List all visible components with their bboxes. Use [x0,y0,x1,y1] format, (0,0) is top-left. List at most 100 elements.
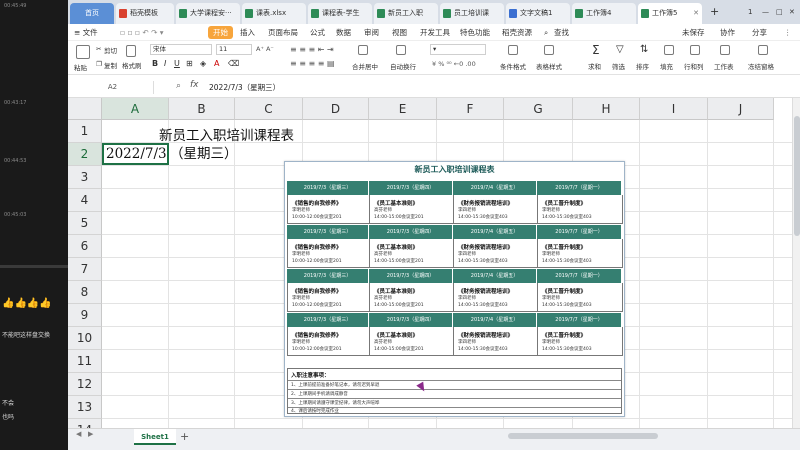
vertical-scrollbar[interactable] [792,98,800,428]
column-header-a[interactable]: A [102,98,169,120]
table-style-icon[interactable] [544,45,554,55]
tab-text-doc[interactable]: 文字文稿1 [506,3,570,24]
spreadsheet-grid[interactable]: ABCDEFGHIJ 1234567891011121314 新员工入职培训课程… [68,98,800,428]
sort-button[interactable]: 排序 [636,61,649,71]
maximize-button[interactable]: □ [776,0,783,24]
number-format-select[interactable]: ▾ [430,44,486,55]
fill-button[interactable]: 填充 [660,61,673,71]
column-header-d[interactable]: D [303,98,369,120]
column-header-b[interactable]: B [169,98,235,120]
number-format-icons[interactable]: ¥ % ⁰⁰ ←0 .00 [432,60,476,68]
tab-student-schedule[interactable]: 课程表-学生 [308,3,372,24]
paste-icon[interactable] [76,45,90,59]
align-horizontal-icons[interactable]: ≡ ≡ ≡ ≡ ▤ [290,59,335,68]
select-all-corner[interactable] [68,98,102,120]
fx-icon[interactable]: fx [190,80,199,90]
format-painter-button[interactable]: 格式刷 [122,60,142,70]
menu-formula[interactable]: 公式 [310,24,325,41]
save-status[interactable]: 未保存 [682,24,705,41]
collaborate-button[interactable]: 协作 [720,24,735,41]
align-top-icons[interactable]: ≡ ≡ ≡ ⇤ ⇥ [290,45,334,54]
font-name-select[interactable]: 宋体 [150,44,212,55]
fill-icon[interactable] [664,45,674,55]
column-header-h[interactable]: H [573,98,640,120]
tab-new-employee[interactable]: 新员工入职 [374,3,438,24]
font-grow-icon[interactable]: A⁺ A⁻ [256,45,274,53]
row-header-7[interactable]: 7 [68,258,102,281]
column-header-g[interactable]: G [504,98,573,120]
scroll-thumb[interactable] [794,116,800,236]
row-header-12[interactable]: 12 [68,373,102,396]
minimize-button[interactable]: — [762,0,769,24]
cell-a2-selected[interactable]: 2022/7/3 [102,143,169,165]
worksheet-button[interactable]: 工作表 [714,61,734,71]
freeze-panes-icon[interactable] [758,45,768,55]
menu-docer-resources[interactable]: 稻壳资源 [502,24,532,41]
copy-icon[interactable]: ❐ [96,60,102,68]
column-header-e[interactable]: E [369,98,437,120]
add-sheet-button[interactable]: + [180,429,189,445]
row-column-icon[interactable] [690,45,700,55]
cell-a1[interactable]: 新员工入职培训课程表 [159,124,294,144]
paste-button[interactable]: 粘贴 [74,62,87,72]
table-style-button[interactable]: 表格样式 [536,61,562,71]
merge-icon[interactable] [358,45,368,55]
wrap-text-button[interactable]: 自动换行 [390,61,416,71]
row-header-4[interactable]: 4 [68,189,102,212]
sum-button[interactable]: 求和 [588,61,601,71]
italic-icon[interactable]: I [164,59,166,68]
column-header-c[interactable]: C [235,98,303,120]
sum-icon[interactable]: Σ [592,43,600,57]
schedule-image[interactable]: 新员工入职培训课程表 2019/7/3（星期三） 2019/7/3（星期四） 201… [284,161,625,417]
zoom-lookup-icon[interactable]: ⌕ [176,81,181,91]
border-icon[interactable]: ⊞ [186,59,193,68]
tab-workbook5[interactable]: 工作簿5 ✕ [638,3,702,24]
conditional-format-icon[interactable] [508,45,518,55]
new-tab-button[interactable]: + [710,0,719,24]
row-header-11[interactable]: 11 [68,350,102,373]
menu-review[interactable]: 审阅 [364,24,379,41]
menu-developer[interactable]: 开发工具 [420,24,450,41]
filter-button[interactable]: 筛选 [612,61,625,71]
bold-icon[interactable]: B [152,59,158,68]
column-header-j[interactable]: J [708,98,774,120]
next-sheet-arrow[interactable]: ▶ [88,430,93,438]
row-header-10[interactable]: 10 [68,327,102,350]
clear-format-icon[interactable]: ⌫ [228,59,239,68]
formula-input[interactable]: 2022/7/3（星期三） [209,81,280,94]
row-column-button[interactable]: 行和列 [684,61,704,71]
close-tab-icon[interactable]: ✕ [693,3,699,23]
row-header-1[interactable]: 1 [68,120,102,143]
horizontal-scrollbar[interactable] [508,433,658,439]
sheet-tab-sheet1[interactable]: Sheet1 [134,429,176,445]
tab-employee-training[interactable]: 员工培训课 [440,3,504,24]
cut-icon[interactable]: ✂ [96,45,101,53]
prev-sheet-arrow[interactable]: ◀ [76,430,81,438]
column-header-f[interactable]: F [437,98,504,120]
row-header-13[interactable]: 13 [68,396,102,419]
worksheet-icon[interactable] [720,45,730,55]
menu-insert[interactable]: 插入 [240,24,255,41]
tab-docer-template[interactable]: 稻壳模板 [116,3,174,24]
menu-view[interactable]: 视图 [392,24,407,41]
row-header-3[interactable]: 3 [68,166,102,189]
row-header-6[interactable]: 6 [68,235,102,258]
copy-button[interactable]: 复制 [104,60,117,70]
close-window-button[interactable]: ✕ [789,0,795,24]
row-header-8[interactable]: 8 [68,281,102,304]
search-icon[interactable]: ⌕ [544,24,548,41]
sort-icon[interactable]: ⇅ [640,44,648,55]
format-painter-icon[interactable] [126,45,136,57]
name-box[interactable]: A2 [72,81,154,94]
fill-color-icon[interactable]: ◈ [200,59,206,68]
more-icon[interactable]: ⋮ [784,24,792,41]
wrap-icon[interactable] [396,45,406,55]
merge-center-button[interactable]: 合并居中 [352,61,378,71]
freeze-panes-button[interactable]: 冻结窗格 [748,61,774,71]
tab-university-course[interactable]: 大学课程安··· [176,3,240,24]
cut-button[interactable]: 剪切 [104,45,117,55]
filter-icon[interactable]: ▽ [616,44,624,55]
underline-icon[interactable]: U [174,59,180,68]
menu-start[interactable]: 开始 [208,26,233,39]
menu-page-layout[interactable]: 页面布局 [268,24,298,41]
